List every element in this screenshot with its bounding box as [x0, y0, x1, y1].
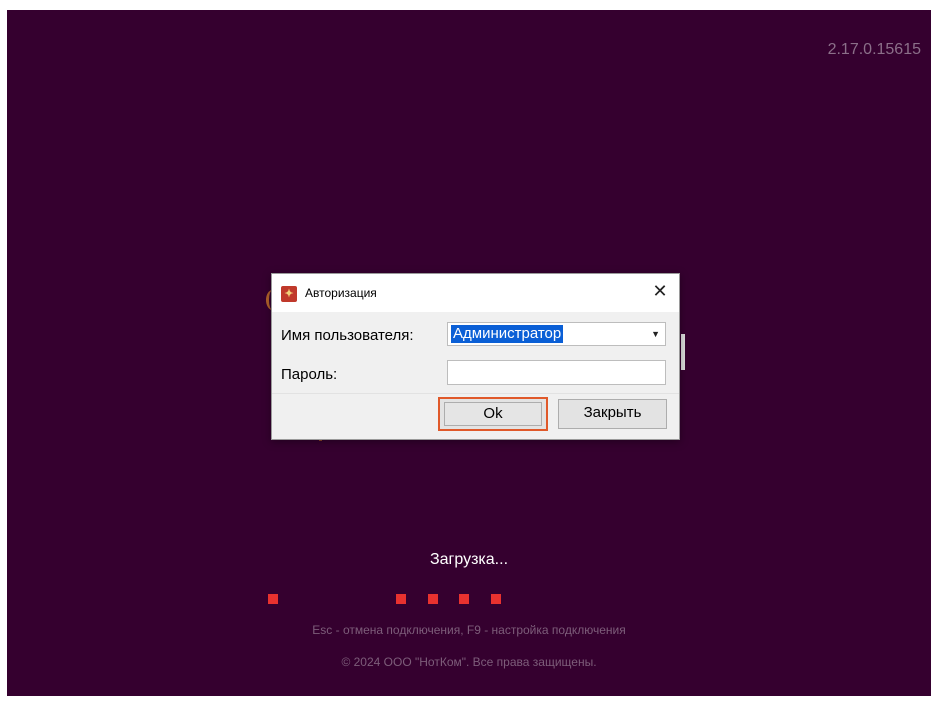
ok-button-label: Ok — [444, 402, 542, 426]
copyright-text: © 2024 ООО "НотКом". Все права защищены. — [341, 655, 597, 669]
chevron-down-icon[interactable]: ▼ — [651, 325, 660, 343]
password-input[interactable] — [447, 360, 666, 385]
auth-dialog: ✦ Авторизация ✕ Имя пользователя: Админи… — [271, 273, 680, 440]
username-select[interactable]: Администратор ▼ — [447, 322, 666, 346]
username-label: Имя пользователя: — [281, 327, 414, 344]
close-button[interactable]: Закрыть — [558, 399, 667, 429]
background-window-edge — [681, 334, 685, 370]
password-label: Пароль: — [281, 366, 338, 383]
close-icon[interactable]: ✕ — [649, 280, 671, 302]
loading-text: Загрузка... — [429, 551, 509, 568]
dialog-title: Авторизация — [305, 286, 377, 300]
keyboard-hint: Esc - отмена подключения, F9 - настройка… — [312, 623, 626, 637]
version-label: 2.17.0.15615 — [827, 41, 921, 58]
progress-dot — [491, 594, 501, 604]
dialog-titlebar[interactable]: ✦ Авторизация ✕ — [272, 274, 679, 312]
progress-dot — [268, 594, 278, 604]
progress-dot — [459, 594, 469, 604]
app-logo-icon: ✦ — [281, 286, 297, 302]
ok-button[interactable]: Ok — [438, 397, 548, 431]
progress-dot — [428, 594, 438, 604]
dialog-divider — [272, 393, 679, 394]
username-value: Администратор — [451, 325, 564, 343]
progress-dot — [396, 594, 406, 604]
